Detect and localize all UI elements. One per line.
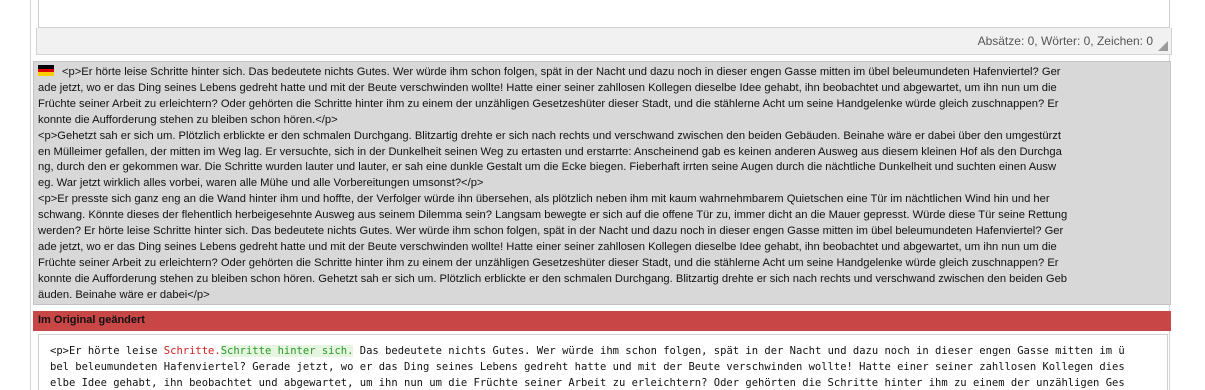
source-line: eg. War jetzt wirklich alles vorbei, war… xyxy=(38,177,484,190)
source-line: Früchte seiner Arbeit zu erleichtern? Od… xyxy=(38,256,1059,269)
source-line: <p>Er hörte leise Schritte hinter sich. … xyxy=(38,65,1166,81)
editor-status-bar: Absätze: 0, Wörter: 0, Zeichen: 0 xyxy=(36,28,1172,55)
diff-text: Das bedeutete nichts Gutes. Wer würde ih… xyxy=(353,345,1125,357)
source-line: schwang. Könnte dieses der flehentlich h… xyxy=(38,209,1068,222)
source-line-text: <p>Er hörte leise Schritte hinter sich. … xyxy=(62,66,1061,78)
word-count-text: Absätze: 0, Wörter: 0, Zeichen: 0 xyxy=(977,34,1153,48)
changed-in-original-banner: Im Original geändert xyxy=(33,311,1171,331)
diff-view: <p>Er hörte leise Schritte.Schritte hint… xyxy=(38,334,1168,390)
source-line: konnte die Aufforderung stehen zu bleibe… xyxy=(38,272,1068,285)
source-line: ade jetzt, wo er das Ding seines Lebens … xyxy=(38,240,1057,253)
source-text-block: <p>Er hörte leise Schritte hinter sich. … xyxy=(33,61,1171,305)
source-line: en Mülleimer gefallen, der mitten im Weg… xyxy=(38,145,1062,158)
german-flag-icon xyxy=(38,65,54,76)
diff-line: <p>Er hörte leise Schritte.Schritte hint… xyxy=(50,344,1157,360)
diff-deleted-text: Schritte. xyxy=(163,345,221,357)
source-line: <p>Gehetzt sah er sich um. Plötzlich erb… xyxy=(38,129,1061,142)
source-line: ade jetzt, wo er das Ding seines Lebens … xyxy=(38,81,1057,94)
translation-editor[interactable] xyxy=(38,0,1170,28)
diff-inserted-text: Schritte hinter sich. xyxy=(220,345,354,357)
diff-text: <p>Er hörte leise xyxy=(50,345,164,357)
source-line: konnte die Aufforderung stehen zu bleibe… xyxy=(38,113,338,126)
diff-line: bel beleumundeten Hafenviertel? Gerade j… xyxy=(50,360,1125,373)
diff-line: elbe Idee gehabt, ihn beobachtet und abg… xyxy=(50,376,1125,389)
source-line: <p>Er presste sich ganz eng an die Wand … xyxy=(38,193,1050,206)
source-line: werden? Er hörte leise Schritte hinter s… xyxy=(38,225,1064,238)
source-line: Früchte seiner Arbeit zu erleichtern? Od… xyxy=(38,97,1059,110)
source-line: ng, durch den er gekommen war. Die Schri… xyxy=(38,161,1057,174)
resize-grip-icon[interactable] xyxy=(1158,41,1168,51)
source-line: äuden. Beinahe wäre er dabei</p> xyxy=(38,288,210,301)
